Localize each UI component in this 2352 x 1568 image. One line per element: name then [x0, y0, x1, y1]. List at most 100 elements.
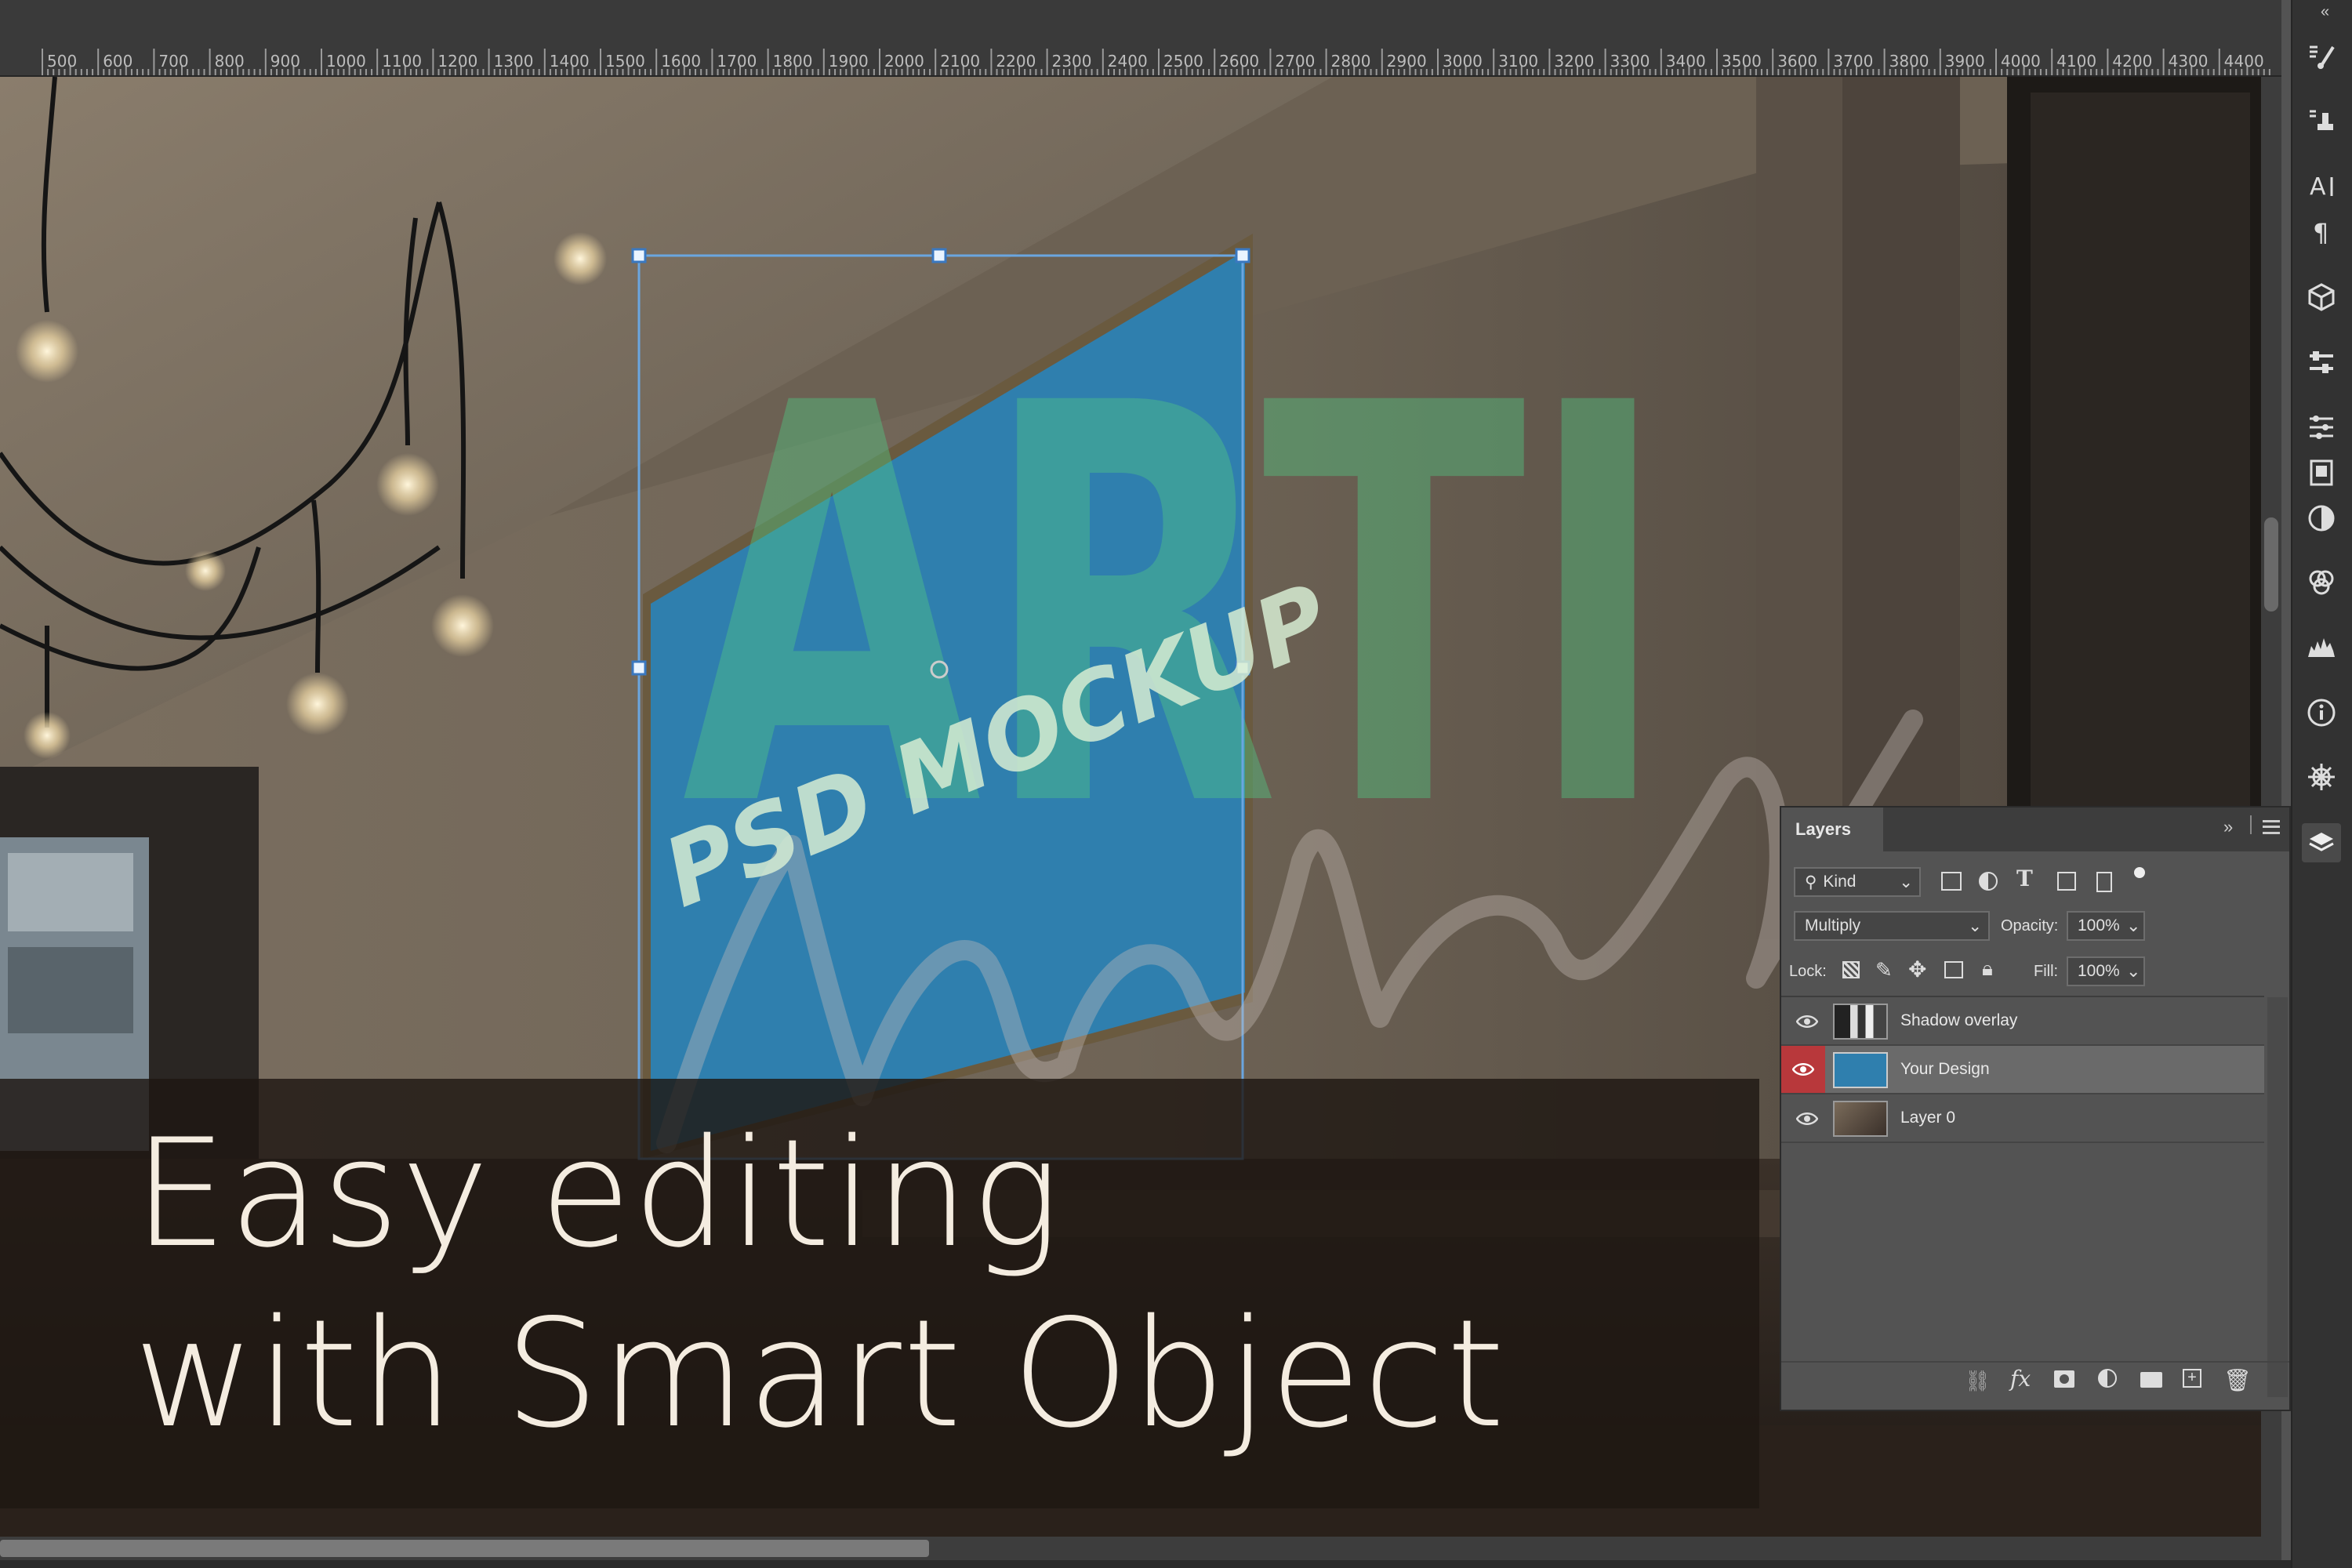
link-layers-icon[interactable]: ⛓︎	[1965, 1369, 1991, 1393]
opacity-chevron-icon[interactable]: ⌄	[2126, 916, 2140, 936]
layers-scrollbar[interactable]	[2267, 997, 2288, 1397]
type-filter-icon[interactable]: T	[2016, 866, 2033, 891]
layer-name[interactable]: Shadow overlay	[1900, 1011, 2017, 1030]
paragraph-icon[interactable]: ¶	[2302, 212, 2341, 251]
new-layer-icon[interactable]: +	[2183, 1369, 2201, 1388]
caption-line-1: Easy editing	[133, 1107, 1062, 1280]
ruler-label: 500	[47, 52, 78, 71]
adjustment-filter-icon[interactable]	[1979, 872, 1998, 891]
ruler-label: 4100	[2056, 52, 2097, 71]
blend-mode-value: Multiply	[1805, 916, 1861, 935]
ruler-label: 4300	[2168, 52, 2209, 71]
ruler-label: 700	[158, 52, 189, 71]
ruler-label: 2000	[884, 52, 924, 71]
clone-source-icon[interactable]	[2302, 102, 2341, 141]
ruler-label: 1300	[493, 52, 534, 71]
ruler-label: 4200	[2112, 52, 2153, 71]
ruler-label: 3100	[1498, 52, 1539, 71]
pixel-filter-icon[interactable]	[1941, 872, 1962, 891]
layers-icon[interactable]	[2302, 823, 2341, 862]
libraries-icon[interactable]	[2302, 453, 2341, 492]
ruler-label: 2500	[1163, 52, 1203, 71]
channels-icon[interactable]	[2302, 563, 2341, 602]
fill-value: 100%	[2078, 962, 2120, 980]
ruler-label: 1400	[549, 52, 590, 71]
svg-text:¶: ¶	[2313, 218, 2328, 248]
ruler-label: 3300	[1610, 52, 1650, 71]
layer-row-shadow-overlay[interactable]: Shadow overlay	[1781, 997, 2264, 1046]
layers-tab[interactable]: Layers	[1781, 808, 1883, 851]
collapse-panel-icon[interactable]: »	[2223, 817, 2233, 837]
layer-thumbnail	[1833, 1101, 1888, 1137]
opacity-label: Opacity:	[2001, 917, 2059, 935]
ruler-label: 3500	[1722, 52, 1762, 71]
lock-artboard-icon[interactable]	[1944, 961, 1963, 978]
lock-pixels-icon[interactable]: ✎	[1875, 958, 1893, 982]
ruler-label: 2100	[940, 52, 981, 71]
chevron-down-icon: ⌄	[1968, 916, 1982, 935]
ruler-label: 1200	[437, 52, 478, 71]
ruler-label: 800	[214, 52, 245, 71]
ruler-label: 2700	[1275, 52, 1316, 71]
horizontal-ruler[interactable]: 500 600 700 800 900 1000 1100 1200 1300 1400 1500 1…	[0, 0, 2281, 77]
ruler-label: 2600	[1219, 52, 1260, 71]
layer-name[interactable]: Layer 0	[1900, 1109, 1955, 1127]
smart-object-thumbnail	[1833, 1052, 1888, 1088]
ruler-label: 3600	[1777, 52, 1818, 71]
ruler-label: 2800	[1330, 52, 1371, 71]
lock-all-icon[interactable]: 🔒︎	[1982, 956, 1993, 982]
new-group-icon[interactable]	[2140, 1372, 2162, 1388]
visibility-eye-icon[interactable]	[1781, 1046, 1825, 1093]
ruler-label: 3900	[1944, 52, 1985, 71]
caption-line-2: with Smart Object	[133, 1287, 1507, 1461]
3d-icon[interactable]	[2302, 278, 2341, 317]
svg-text:A: A	[2310, 173, 2326, 201]
delete-layer-icon[interactable]: 🗑︎	[2223, 1367, 2252, 1393]
blend-mode-select[interactable]: Multiply ⌄	[1794, 911, 1990, 941]
layer-name[interactable]: Your Design	[1900, 1060, 1990, 1079]
filter-toggle-icon[interactable]	[2134, 867, 2145, 878]
fill-chevron-icon[interactable]: ⌄	[2126, 961, 2140, 982]
navigator-icon[interactable]	[2302, 757, 2341, 797]
layers-footer-divider	[1781, 1361, 2289, 1363]
fx-icon[interactable]: fx	[2010, 1366, 2031, 1392]
layer-row-layer-0[interactable]: Layer 0	[1781, 1094, 2264, 1143]
ruler-label: 1500	[605, 52, 645, 71]
new-adjustment-layer-icon[interactable]	[2098, 1369, 2117, 1388]
lock-transparent-icon[interactable]	[1842, 961, 1860, 978]
opacity-value: 100%	[2078, 916, 2120, 935]
info-icon[interactable]	[2302, 693, 2341, 732]
status-strip	[0, 1560, 2352, 1568]
ruler-label: 1000	[326, 52, 366, 71]
collapse-dock-icon[interactable]: «	[2321, 3, 2329, 21]
ruler-label: 1600	[661, 52, 702, 71]
ruler-label: 2400	[1107, 52, 1148, 71]
ruler-label: 3800	[1889, 52, 1929, 71]
add-mask-icon[interactable]	[2054, 1370, 2074, 1388]
vertical-scroll-thumb[interactable]	[2264, 517, 2278, 612]
layer-row-your-design[interactable]: Your Design	[1781, 1046, 2264, 1094]
panel-menu-icon[interactable]	[2263, 820, 2280, 834]
smart-object-filter-icon[interactable]	[2096, 872, 2112, 892]
histogram-icon[interactable]	[2302, 627, 2341, 666]
ruler-label: 1900	[828, 52, 869, 71]
brush-presets-icon[interactable]	[2302, 38, 2341, 77]
filter-kind-select[interactable]: ⚲ Kind ⌄	[1794, 867, 1921, 897]
adjustments-icon[interactable]	[2302, 408, 2341, 447]
ruler-label: 4000	[2001, 52, 2041, 71]
ruler-label: 1800	[772, 52, 813, 71]
ruler-label: 1100	[382, 52, 423, 71]
properties-icon[interactable]	[2302, 343, 2341, 383]
search-icon: ⚲	[1805, 873, 1817, 891]
character-icon[interactable]: A	[2302, 166, 2341, 205]
shape-filter-icon[interactable]	[2057, 872, 2076, 891]
visibility-eye-icon[interactable]	[1789, 1101, 1825, 1137]
layer-thumbnail	[1833, 1004, 1888, 1040]
styles-icon[interactable]	[2302, 499, 2341, 538]
visibility-eye-icon[interactable]	[1789, 1004, 1825, 1040]
ruler-label: 3700	[1833, 52, 1874, 71]
ruler-label: 2300	[1051, 52, 1092, 71]
fill-label: Fill:	[2034, 963, 2059, 980]
lock-position-icon[interactable]: ✥	[1908, 956, 1926, 982]
horizontal-scroll-thumb[interactable]	[0, 1540, 929, 1557]
